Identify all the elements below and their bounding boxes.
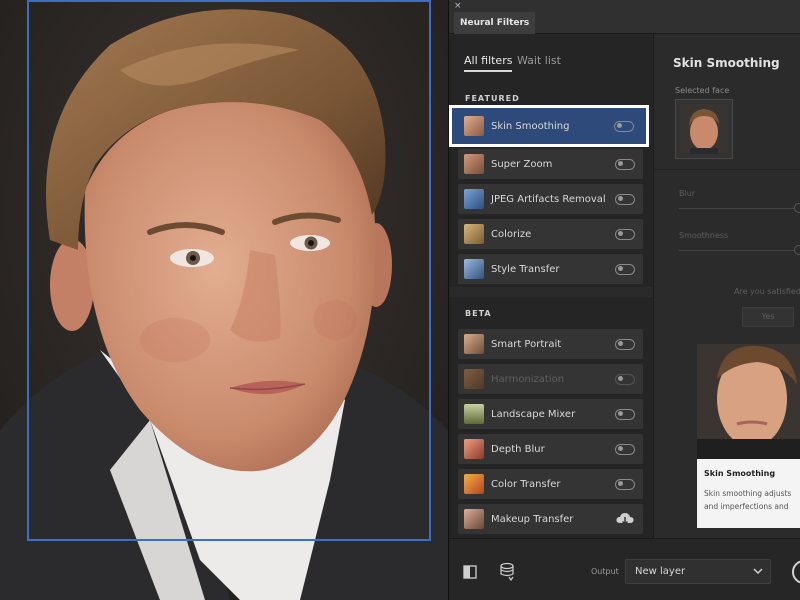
- section-featured-label: FEATURED: [465, 94, 520, 103]
- filter-label: Harmonization: [491, 373, 565, 385]
- settings-title: Skin Smoothing: [673, 56, 780, 70]
- super-zoom-thumbnail: [464, 154, 484, 174]
- filter-row-smart-portrait[interactable]: Smart Portrait: [458, 329, 643, 359]
- filter-row-makeup-transfer[interactable]: Makeup Transfer: [458, 504, 643, 534]
- blur-slider-track[interactable]: [679, 208, 799, 209]
- face-thumbnail-image: [680, 104, 728, 154]
- section-divider: [449, 287, 653, 297]
- filter-row-colorize[interactable]: Colorize: [458, 219, 643, 249]
- harmonization-thumbnail: [464, 369, 484, 389]
- filter-label: Color Transfer: [491, 478, 561, 490]
- filter-row-harmonization[interactable]: Harmonization: [458, 364, 643, 394]
- harmonization-toggle[interactable]: [615, 373, 635, 385]
- smoothness-slider-knob[interactable]: [794, 245, 800, 255]
- layer-preview-icon[interactable]: [499, 562, 515, 582]
- panel-titlebar: × Neural Filters: [449, 0, 800, 34]
- filter-label: Skin Smoothing: [491, 120, 570, 132]
- style-transfer-toggle[interactable]: [615, 263, 635, 275]
- feedback-yes-button[interactable]: Yes: [742, 307, 794, 327]
- feedback-question: Are you satisfied: [734, 287, 800, 296]
- filter-label: Makeup Transfer: [491, 513, 574, 525]
- output-label: Output: [591, 567, 619, 576]
- output-dropdown[interactable]: New layer: [625, 559, 771, 584]
- depth-blur-thumbnail: [464, 439, 484, 459]
- super-zoom-toggle[interactable]: [615, 158, 635, 170]
- ok-button[interactable]: [792, 560, 800, 584]
- filter-row-style-transfer[interactable]: Style Transfer: [458, 254, 643, 284]
- panel-footer: Output New layer: [449, 538, 800, 600]
- filter-label: Depth Blur: [491, 443, 545, 455]
- info-card-preview-image: [697, 344, 800, 459]
- filter-label: Landscape Mixer: [491, 408, 576, 420]
- tab-wait-list[interactable]: Wait list: [517, 54, 561, 67]
- jpeg-artifacts-thumbnail: [464, 189, 484, 209]
- color-transfer-thumbnail: [464, 474, 484, 494]
- section-beta-label: BETA: [465, 309, 492, 318]
- landscape-mixer-thumbnail: [464, 404, 484, 424]
- filter-label: Style Transfer: [491, 263, 560, 275]
- selected-face-thumbnail[interactable]: [675, 99, 733, 159]
- jpeg-artifacts-toggle[interactable]: [615, 193, 635, 205]
- skin-smoothing-toggle[interactable]: [614, 120, 634, 132]
- style-transfer-thumbnail: [464, 259, 484, 279]
- tab-all-filters[interactable]: All filters: [464, 54, 513, 72]
- selected-face-label: Selected face: [675, 86, 730, 95]
- blur-slider-knob[interactable]: [794, 203, 800, 213]
- smart-portrait-thumbnail: [464, 334, 484, 354]
- makeup-transfer-thumbnail: [464, 509, 484, 529]
- colorize-thumbnail: [464, 224, 484, 244]
- color-transfer-toggle[interactable]: [615, 478, 635, 490]
- filter-settings: Skin Smoothing Selected face Blur Smooth…: [653, 34, 800, 538]
- info-card-title: Skin Smoothing: [704, 469, 776, 478]
- filter-row-skin-smoothing[interactable]: Skin Smoothing: [449, 105, 649, 147]
- panel-tab-neural-filters[interactable]: Neural Filters: [454, 12, 536, 34]
- filter-row-color-transfer[interactable]: Color Transfer: [458, 469, 643, 499]
- info-card-description: Skin smoothing adjusts and imperfections…: [704, 489, 792, 511]
- filter-label: Super Zoom: [491, 158, 553, 170]
- show-original-icon[interactable]: [463, 565, 477, 579]
- neural-filters-panel: × Neural Filters All filters Wait list F…: [448, 0, 800, 600]
- skin-smoothing-thumbnail: [464, 116, 484, 136]
- filter-label: Smart Portrait: [491, 338, 562, 350]
- settings-divider: [654, 169, 800, 170]
- output-dropdown-value: New layer: [635, 566, 686, 577]
- colorize-toggle[interactable]: [615, 228, 635, 240]
- landscape-mixer-toggle[interactable]: [615, 408, 635, 420]
- smoothness-slider-label: Smoothness: [679, 231, 729, 240]
- filter-label: Colorize: [491, 228, 532, 240]
- filter-row-super-zoom[interactable]: Super Zoom: [458, 149, 643, 179]
- face-detection-box: [27, 0, 431, 541]
- chevron-down-icon: [753, 568, 763, 574]
- close-icon[interactable]: ×: [454, 1, 462, 11]
- smart-portrait-toggle[interactable]: [615, 338, 635, 350]
- document-canvas: [0, 0, 448, 600]
- filter-row-landscape-mixer[interactable]: Landscape Mixer: [458, 399, 643, 429]
- filter-row-jpeg-artifacts-removal[interactable]: JPEG Artifacts Removal: [458, 184, 643, 214]
- cloud-download-icon[interactable]: [615, 512, 635, 526]
- blur-slider-label: Blur: [679, 189, 696, 198]
- filters-list: All filters Wait list FEATURED Skin Smoo…: [449, 34, 653, 538]
- smoothness-slider-track[interactable]: [679, 250, 799, 251]
- filter-label: JPEG Artifacts Removal: [491, 193, 606, 205]
- filter-info-card: Skin Smoothing Skin smoothing adjusts an…: [697, 344, 800, 528]
- depth-blur-toggle[interactable]: [615, 443, 635, 455]
- filter-row-depth-blur[interactable]: Depth Blur: [458, 434, 643, 464]
